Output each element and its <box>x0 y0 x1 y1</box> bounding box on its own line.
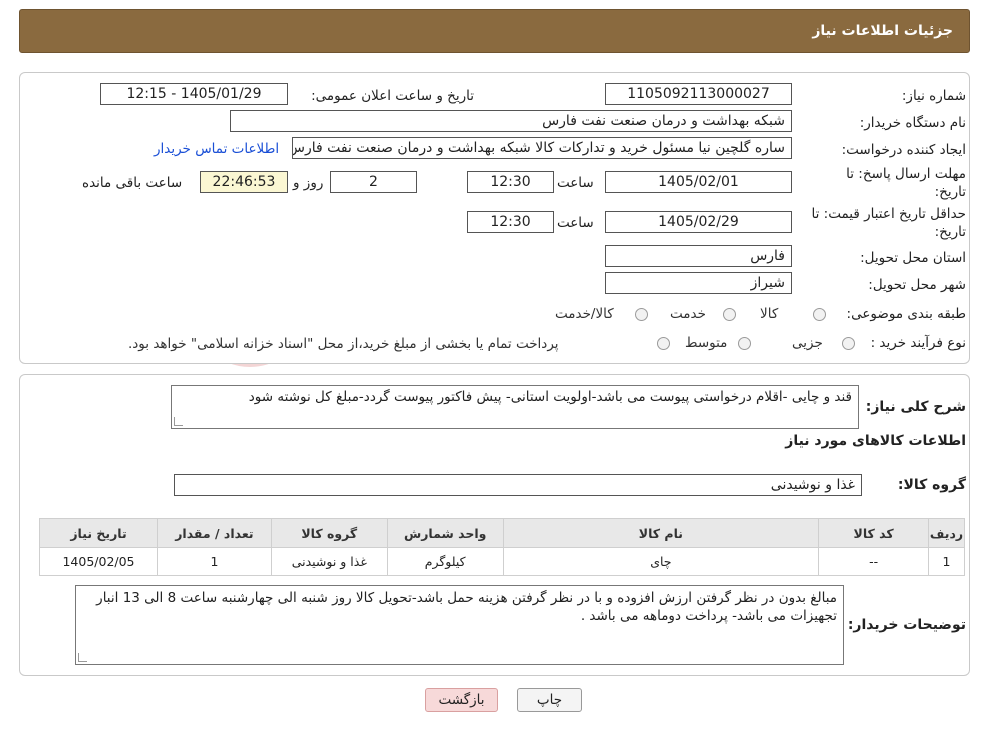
cell-row: 1 <box>928 547 965 576</box>
col-row: ردیف <box>928 518 965 548</box>
col-group: گروه کالا <box>270 518 388 548</box>
page-header: جزئیات اطلاعات نیاز <box>19 9 970 53</box>
deadline-label: مهلت ارسال پاسخ: تا <box>846 166 966 182</box>
process-checkbox-treasury[interactable] <box>657 337 670 350</box>
goods-group-label: گروه کالا: <box>897 477 966 493</box>
category-radio-goods[interactable] <box>813 308 826 321</box>
remaining-days-label: روز و <box>293 175 324 191</box>
request-creator-label: ایجاد کننده درخواست: <box>841 142 966 158</box>
buyer-org-field: شبکه بهداشت و درمان صنعت نفت فارس <box>230 110 792 132</box>
print-button[interactable]: چاپ <box>517 688 582 712</box>
price-validity-time-field: 12:30 <box>467 211 554 233</box>
price-validity-label: حداقل تاریخ اعتبار قیمت: تا <box>811 206 966 222</box>
cell-need-date: 1405/02/05 <box>39 547 158 576</box>
description-label: شرح کلی نیاز: <box>865 399 966 415</box>
category-option-service: خدمت <box>670 306 706 322</box>
category-option-goods: کالا <box>760 306 779 322</box>
items-heading: اطلاعات کالاهای مورد نیاز <box>785 433 966 449</box>
category-option-goods-service: کالا/خدمت <box>555 306 614 322</box>
items-table-header: ردیف کد کالا نام کالا واحد شمارش گروه کا… <box>39 518 965 548</box>
buyer-notes-field: مبالغ بدون در نظر گرفتن ارزش افزوده و با… <box>75 585 844 665</box>
buyer-notes-text: مبالغ بدون در نظر گرفتن ارزش افزوده و با… <box>96 590 837 624</box>
cell-name: چای <box>502 547 820 576</box>
col-code: کد کالا <box>818 518 930 548</box>
delivery-city-label: شهر محل تحویل: <box>868 277 966 293</box>
deadline-date-field: 1405/02/01 <box>605 171 792 193</box>
price-validity-date-label: تاریخ: <box>934 224 966 240</box>
col-name: نام کالا <box>502 518 820 548</box>
delivery-province-label: استان محل تحویل: <box>860 250 966 266</box>
items-table: ردیف کد کالا نام کالا واحد شمارش گروه کا… <box>39 518 965 576</box>
remaining-days-field: 2 <box>330 171 417 193</box>
delivery-province-field: فارس <box>605 245 792 267</box>
price-validity-time-label: ساعت <box>557 215 594 231</box>
process-option-medium: متوسط <box>685 335 728 351</box>
process-treasury-note: پرداخت تمام یا بخشی از مبلغ خرید،از محل … <box>128 336 559 352</box>
category-label: طبقه بندی موضوعی: <box>846 306 966 322</box>
back-button[interactable]: بازگشت <box>425 688 498 712</box>
buyer-org-label: نام دستگاه خریدار: <box>859 115 966 131</box>
price-validity-date-field: 1405/02/29 <box>605 211 792 233</box>
col-need-date: تاریخ نیاز <box>39 518 158 548</box>
delivery-city-field: شیراز <box>605 272 792 294</box>
col-unit: واحد شمارش <box>386 518 504 548</box>
process-option-minor: جزیی <box>792 335 823 351</box>
announce-datetime-field: 1405/01/29 - 12:15 <box>100 83 288 105</box>
resize-grip-icon <box>174 417 183 426</box>
page-title: جزئیات اطلاعات نیاز <box>812 23 953 39</box>
category-radio-goods-service[interactable] <box>635 308 648 321</box>
category-radio-service[interactable] <box>723 308 736 321</box>
goods-group-field: غذا و نوشیدنی <box>174 474 862 496</box>
need-number-field: 1105092113000027 <box>605 83 792 105</box>
buyer-notes-label: توضیحات خریدار: <box>847 617 966 633</box>
col-quantity: تعداد / مقدار <box>156 518 272 548</box>
process-radio-medium[interactable] <box>738 337 751 350</box>
table-row: 1 -- چای کیلوگرم غذا و نوشیدنی 1 1405/02… <box>39 547 965 576</box>
remaining-time-field: 22:46:53 <box>200 171 288 193</box>
description-text: قند و چایی -اقلام درخواستی پیوست می باشد… <box>248 389 852 405</box>
deadline-date-label: تاریخ: <box>934 184 966 200</box>
request-creator-field: ساره گلچین نیا مسئول خرید و تدارکات کالا… <box>292 137 792 159</box>
need-number-label: شماره نیاز: <box>901 88 966 104</box>
process-radio-minor[interactable] <box>842 337 855 350</box>
description-field: قند و چایی -اقلام درخواستی پیوست می باشد… <box>171 385 859 429</box>
deadline-time-field: 12:30 <box>467 171 554 193</box>
resize-grip-icon <box>78 653 87 662</box>
buyer-contact-link[interactable]: اطلاعات تماس خریدار <box>154 141 279 157</box>
cell-unit: کیلوگرم <box>386 547 504 576</box>
cell-quantity: 1 <box>156 547 272 576</box>
deadline-time-label: ساعت <box>557 175 594 191</box>
remaining-time-label: ساعت باقی مانده <box>82 175 183 191</box>
cell-group: غذا و نوشیدنی <box>270 547 388 576</box>
cell-code: -- <box>818 547 930 576</box>
purchase-process-label: نوع فرآیند خرید : <box>870 335 966 351</box>
announce-datetime-label: تاریخ و ساعت اعلان عمومی: <box>311 88 474 104</box>
